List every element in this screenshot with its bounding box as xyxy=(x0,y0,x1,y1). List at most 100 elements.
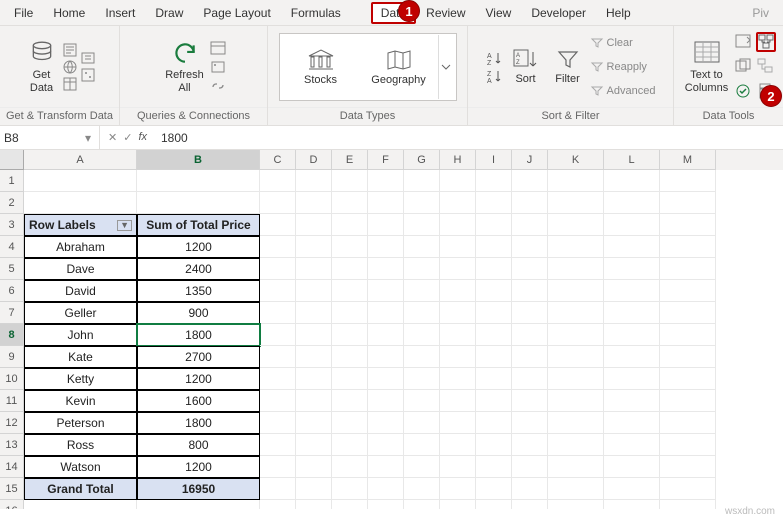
col-header-D[interactable]: D xyxy=(296,150,332,170)
flash-fill-icon[interactable] xyxy=(734,32,754,52)
cell-H16[interactable] xyxy=(440,500,476,509)
cell-J13[interactable] xyxy=(512,434,548,456)
cell-E16[interactable] xyxy=(332,500,368,509)
name-box-dropdown-icon[interactable]: ▾ xyxy=(81,131,95,145)
cell-D7[interactable] xyxy=(296,302,332,324)
data-types-more-button[interactable] xyxy=(438,35,454,99)
from-web-icon[interactable] xyxy=(62,59,78,75)
cell-C15[interactable] xyxy=(260,478,296,500)
tab-review[interactable]: Review xyxy=(416,2,475,24)
cancel-icon[interactable]: ✕ xyxy=(108,131,117,144)
cell-B7[interactable]: 900 xyxy=(137,302,260,324)
cell-L10[interactable] xyxy=(604,368,660,390)
cell-B1[interactable] xyxy=(137,170,260,192)
existing-connections-icon[interactable] xyxy=(80,67,96,83)
cell-E14[interactable] xyxy=(332,456,368,478)
cell-M10[interactable] xyxy=(660,368,716,390)
cell-L7[interactable] xyxy=(604,302,660,324)
cell-E1[interactable] xyxy=(332,170,368,192)
enter-icon[interactable]: ✓ xyxy=(123,131,132,144)
cell-D4[interactable] xyxy=(296,236,332,258)
cell-H9[interactable] xyxy=(440,346,476,368)
cell-H3[interactable] xyxy=(440,214,476,236)
cell-H12[interactable] xyxy=(440,412,476,434)
cell-F1[interactable] xyxy=(368,170,404,192)
cell-D2[interactable] xyxy=(296,192,332,214)
row-header-4[interactable]: 4 xyxy=(0,236,24,258)
cell-A14[interactable]: Watson xyxy=(24,456,137,478)
cell-M6[interactable] xyxy=(660,280,716,302)
cell-K2[interactable] xyxy=(548,192,604,214)
cell-J9[interactable] xyxy=(512,346,548,368)
cell-M8[interactable] xyxy=(660,324,716,346)
row-header-7[interactable]: 7 xyxy=(0,302,24,324)
cell-G11[interactable] xyxy=(404,390,440,412)
tab-file[interactable]: File xyxy=(4,2,43,24)
cell-L8[interactable] xyxy=(604,324,660,346)
cell-A15[interactable]: Grand Total xyxy=(24,478,137,500)
cell-J7[interactable] xyxy=(512,302,548,324)
cell-F2[interactable] xyxy=(368,192,404,214)
properties-icon[interactable] xyxy=(210,60,226,74)
cell-L14[interactable] xyxy=(604,456,660,478)
relationships-icon[interactable] xyxy=(756,56,776,76)
data-validation-icon[interactable] xyxy=(734,81,754,101)
consolidate-button[interactable] xyxy=(756,32,776,52)
cell-A16[interactable] xyxy=(24,500,137,509)
cell-D12[interactable] xyxy=(296,412,332,434)
cell-L9[interactable] xyxy=(604,346,660,368)
cell-C14[interactable] xyxy=(260,456,296,478)
cell-A13[interactable]: Ross xyxy=(24,434,137,456)
cell-H5[interactable] xyxy=(440,258,476,280)
cell-A3[interactable]: Row Labels▼ xyxy=(24,214,137,236)
row-header-11[interactable]: 11 xyxy=(0,390,24,412)
cell-C4[interactable] xyxy=(260,236,296,258)
cell-A11[interactable]: Kevin xyxy=(24,390,137,412)
cell-H7[interactable] xyxy=(440,302,476,324)
cell-E3[interactable] xyxy=(332,214,368,236)
cell-J11[interactable] xyxy=(512,390,548,412)
cell-F4[interactable] xyxy=(368,236,404,258)
cell-E9[interactable] xyxy=(332,346,368,368)
cell-K9[interactable] xyxy=(548,346,604,368)
cell-E5[interactable] xyxy=(332,258,368,280)
cell-E11[interactable] xyxy=(332,390,368,412)
cell-K11[interactable] xyxy=(548,390,604,412)
row-header-13[interactable]: 13 xyxy=(0,434,24,456)
cell-D3[interactable] xyxy=(296,214,332,236)
col-header-K[interactable]: K xyxy=(548,150,604,170)
cell-B16[interactable] xyxy=(137,500,260,509)
cell-F12[interactable] xyxy=(368,412,404,434)
cell-D14[interactable] xyxy=(296,456,332,478)
cell-J5[interactable] xyxy=(512,258,548,280)
cell-J12[interactable] xyxy=(512,412,548,434)
cell-K13[interactable] xyxy=(548,434,604,456)
row-header-1[interactable]: 1 xyxy=(0,170,24,192)
cell-E2[interactable] xyxy=(332,192,368,214)
row-header-2[interactable]: 2 xyxy=(0,192,24,214)
tab-insert[interactable]: Insert xyxy=(95,2,145,24)
cell-C9[interactable] xyxy=(260,346,296,368)
cell-L4[interactable] xyxy=(604,236,660,258)
cell-G15[interactable] xyxy=(404,478,440,500)
cell-L12[interactable] xyxy=(604,412,660,434)
cell-K15[interactable] xyxy=(548,478,604,500)
cell-E6[interactable] xyxy=(332,280,368,302)
cell-E4[interactable] xyxy=(332,236,368,258)
cell-G3[interactable] xyxy=(404,214,440,236)
cell-J16[interactable] xyxy=(512,500,548,509)
cell-L1[interactable] xyxy=(604,170,660,192)
cell-B12[interactable]: 1800 xyxy=(137,412,260,434)
tab-pivot-analyze[interactable]: Piv xyxy=(742,2,779,24)
cell-I3[interactable] xyxy=(476,214,512,236)
cell-M14[interactable] xyxy=(660,456,716,478)
row-header-6[interactable]: 6 xyxy=(0,280,24,302)
cell-B5[interactable]: 2400 xyxy=(137,258,260,280)
cell-G10[interactable] xyxy=(404,368,440,390)
cell-E7[interactable] xyxy=(332,302,368,324)
cell-A5[interactable]: Dave xyxy=(24,258,137,280)
cell-E8[interactable] xyxy=(332,324,368,346)
tab-draw[interactable]: Draw xyxy=(145,2,193,24)
cell-H11[interactable] xyxy=(440,390,476,412)
cell-C5[interactable] xyxy=(260,258,296,280)
